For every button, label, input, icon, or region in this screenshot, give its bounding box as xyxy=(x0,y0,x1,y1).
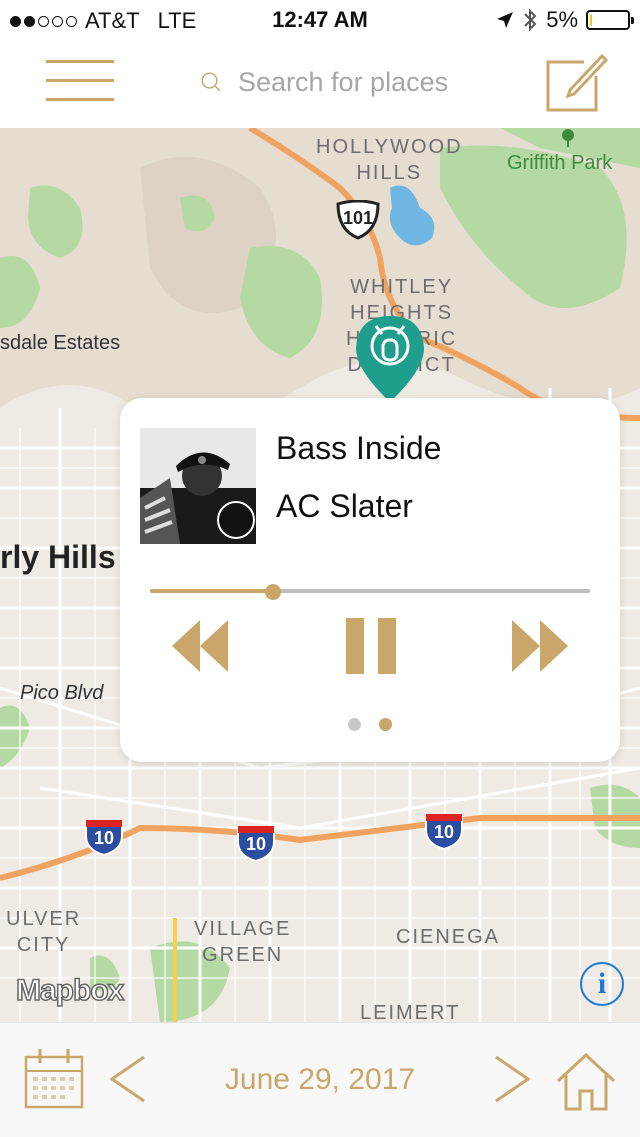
fast-forward-icon xyxy=(512,620,568,672)
i10-shield: 10 xyxy=(84,818,124,856)
battery-percent: 5% xyxy=(546,7,578,32)
map-label-culver-city: ULVER CITY xyxy=(6,908,82,956)
speaker-pin-icon xyxy=(356,316,424,402)
bottom-bar: June 29, 2017 xyxy=(0,1022,640,1137)
i10-label: 10 xyxy=(245,834,267,854)
us101-label: 101 xyxy=(342,208,374,228)
progress-fill xyxy=(150,589,274,593)
top-navigation xyxy=(0,40,640,128)
menu-button[interactable] xyxy=(46,58,116,104)
album-art-image xyxy=(140,428,256,544)
i10-label: 10 xyxy=(433,822,455,842)
info-button[interactable]: i xyxy=(580,962,624,1006)
search-input[interactable] xyxy=(236,65,500,99)
mapbox-logo: Mapbox xyxy=(15,973,125,1008)
home-icon xyxy=(556,1052,616,1111)
pause-icon xyxy=(346,618,396,674)
i10-shield: 10 xyxy=(236,824,276,862)
album-cover xyxy=(140,428,256,544)
location-arrow-icon xyxy=(497,12,514,28)
track-title: Bass Inside xyxy=(276,430,442,466)
home-button[interactable] xyxy=(556,1051,616,1111)
park-tree-icon xyxy=(562,129,574,147)
rewind-icon xyxy=(172,620,228,672)
bluetooth-icon xyxy=(524,8,537,32)
status-right: 5% xyxy=(496,7,634,33)
current-date[interactable]: June 29, 2017 xyxy=(0,1063,640,1097)
rewind-button[interactable] xyxy=(170,616,230,681)
page-dot-active[interactable] xyxy=(379,718,392,731)
playback-progress-slider[interactable] xyxy=(150,584,590,600)
page-dot[interactable] xyxy=(348,718,361,731)
map-label-griffith-park: Griffith Park xyxy=(507,152,613,174)
map-label-hollywood-hills: HOLLYWOOD HILLS xyxy=(316,136,463,184)
compose-icon xyxy=(546,53,609,112)
hamburger-icon xyxy=(46,60,114,63)
map-label-beverly-hills: rly Hills xyxy=(0,539,116,575)
search-bar[interactable] xyxy=(200,62,500,102)
next-day-button[interactable] xyxy=(492,1055,532,1103)
map-label-cienega: CIENEGA xyxy=(396,926,501,948)
map-label-leimert: LEIMERT xyxy=(360,1002,461,1022)
fast-forward-button[interactable] xyxy=(510,616,570,681)
us101-shield: 101 xyxy=(334,200,382,240)
pause-button[interactable] xyxy=(344,616,398,681)
battery-icon xyxy=(586,10,634,30)
map-label-estates: sdale Estates xyxy=(0,332,121,354)
map-pin[interactable] xyxy=(352,314,428,404)
track-artist: AC Slater xyxy=(276,488,413,524)
search-icon xyxy=(201,72,221,92)
map-label-village-green: VILLAGE GREEN xyxy=(194,918,292,966)
page-indicator xyxy=(120,718,620,731)
chevron-right-icon xyxy=(495,1055,531,1103)
status-bar: AT&T LTE 12:47 AM 5% xyxy=(0,0,640,40)
music-player-card: Bass Inside AC Slater xyxy=(120,398,620,762)
i10-label: 10 xyxy=(93,828,115,848)
map-label-pico-blvd: Pico Blvd xyxy=(20,682,104,704)
compose-button[interactable] xyxy=(544,48,610,114)
i10-shield: 10 xyxy=(424,812,464,850)
progress-thumb[interactable] xyxy=(265,584,282,600)
